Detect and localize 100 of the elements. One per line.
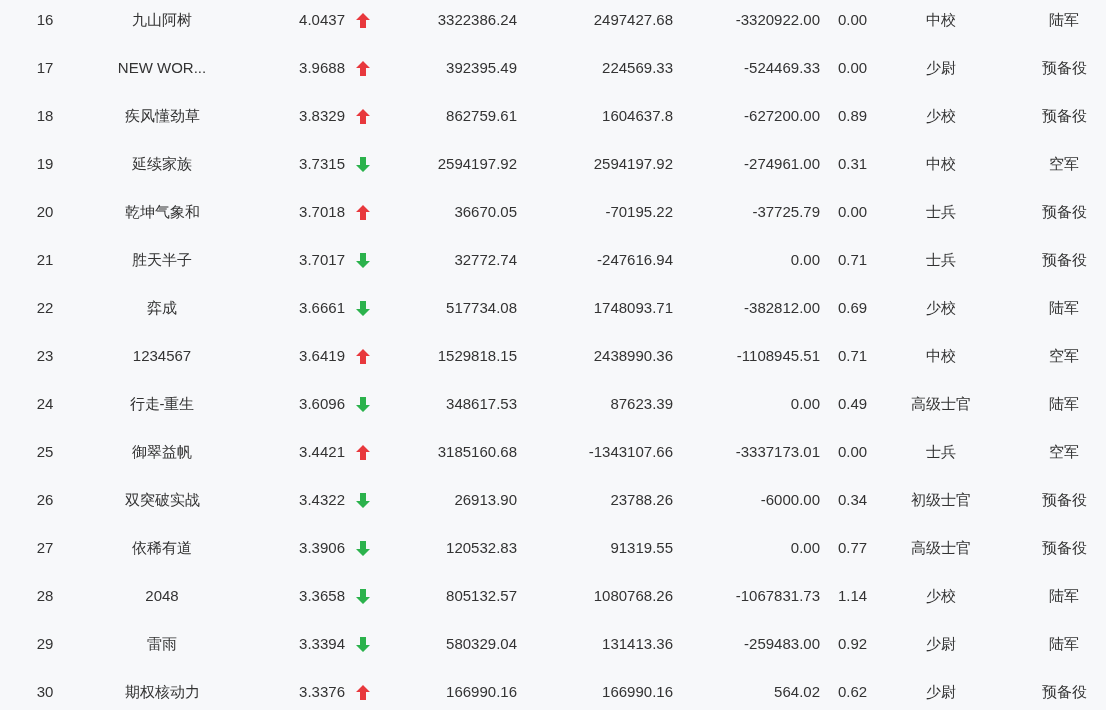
rank-number: 27: [36, 537, 54, 558]
table-cell-text: 131413.36: [602, 633, 673, 654]
table-cell-text: 2594197.92: [437, 153, 517, 174]
rank-number: 29: [36, 633, 54, 654]
table-cell-text: 0.69: [838, 297, 868, 318]
table-cell-text: 2594197.92: [593, 153, 673, 174]
table-cell-text: 87623.39: [610, 393, 673, 414]
table-cell-text: 1529818.15: [437, 345, 517, 366]
military-rank: 少校: [926, 585, 956, 606]
branch-name: 预备役: [1041, 201, 1087, 222]
branch-name: 预备役: [1041, 489, 1087, 510]
table-cell-text: -524469.33: [744, 57, 820, 78]
score-value: 3.6096: [299, 393, 345, 414]
score-value: 3.4421: [299, 441, 345, 462]
table-cell-text: 3185160.68: [437, 441, 517, 462]
table-cell-text: 224569.33: [602, 57, 673, 78]
branch-name: 预备役: [1041, 537, 1087, 558]
table-cell-text: 36670.05: [454, 201, 517, 222]
branch-name: 空军: [1049, 441, 1079, 462]
branch-name: 陆军: [1049, 297, 1079, 318]
rank-number: 24: [36, 393, 54, 414]
military-rank: 少校: [926, 297, 956, 318]
table-cell-text: 26913.90: [454, 489, 517, 510]
table-cell-text: 1080768.26: [593, 585, 673, 606]
military-rank: 士兵: [926, 249, 956, 270]
player-name: 御翠益帆: [132, 441, 192, 462]
rank-number: 25: [36, 441, 54, 462]
table-cell-text: -70195.22: [605, 201, 673, 222]
table-cell-text: -1343107.66: [588, 441, 673, 462]
table-cell-text: -1108945.51: [736, 345, 820, 366]
military-rank: 少校: [926, 105, 956, 126]
score-value: 3.6661: [299, 297, 345, 318]
table-cell-text: -3337173.01: [735, 441, 820, 462]
rank-number: 23: [36, 345, 54, 366]
branch-name: 空军: [1049, 153, 1079, 174]
player-name: 行走-重生: [129, 393, 195, 414]
score-value: 3.9688: [299, 57, 345, 78]
score-value: 3.3376: [299, 681, 345, 702]
branch-name: 空军: [1049, 345, 1079, 366]
table-cell-text: 1748093.71: [593, 297, 673, 318]
table-cell-text: 0.00: [790, 393, 820, 414]
table-cell-text: 1604637.8: [602, 105, 673, 126]
table-cell-text: -382812.00: [744, 297, 820, 318]
player-name: 1234567: [132, 345, 192, 366]
military-rank: 初级士官: [911, 489, 971, 510]
score-value: 3.3658: [299, 585, 345, 606]
rank-number: 26: [36, 489, 54, 510]
player-name: 九山阿树: [132, 9, 192, 30]
table-cell-text: -3320922.00: [735, 9, 820, 30]
player-name: 乾坤气象和: [124, 201, 200, 222]
table-cell-text: 0.62: [838, 681, 868, 702]
player-name: 依稀有道: [132, 537, 192, 558]
player-name: 2048: [145, 585, 179, 606]
table-cell-text: 580329.04: [446, 633, 517, 654]
rank-number: 30: [36, 681, 54, 702]
table-cell-text: -627200.00: [744, 105, 820, 126]
military-rank: 高级士官: [911, 393, 971, 414]
branch-name: 陆军: [1049, 9, 1079, 30]
table-cell-text: 0.89: [838, 105, 868, 126]
table-cell-text: 0.71: [838, 249, 868, 270]
table-cell-text: 2438990.36: [593, 345, 673, 366]
table-cell-text: 0.49: [838, 393, 868, 414]
score-value: 3.3394: [299, 633, 345, 654]
military-rank: 中校: [926, 153, 956, 174]
military-rank: 少尉: [926, 681, 956, 702]
table-cell-text: 166990.16: [602, 681, 673, 702]
rank-number: 21: [36, 249, 54, 270]
table-cell-text: -37725.79: [752, 201, 820, 222]
table-cell-text: 0.34: [838, 489, 868, 510]
score-value: 4.0437: [299, 9, 345, 30]
table-cell-text: 0.77: [838, 537, 868, 558]
table-cell-text: 348617.53: [446, 393, 517, 414]
table-cell-text: 3322386.24: [437, 9, 517, 30]
player-name: 雷雨: [147, 633, 177, 654]
table-cell-text: 517734.08: [446, 297, 517, 318]
rank-number: 18: [36, 105, 54, 126]
table-cell-text: 0.00: [838, 9, 868, 30]
rank-number: 20: [36, 201, 54, 222]
military-rank: 士兵: [926, 201, 956, 222]
table-cell-text: 0.00: [838, 441, 868, 462]
table-cell-text: 0.00: [790, 249, 820, 270]
branch-name: 预备役: [1041, 681, 1087, 702]
branch-name: 预备役: [1041, 105, 1087, 126]
table-cell-text: -6000.00: [760, 489, 820, 510]
military-rank: 中校: [926, 9, 956, 30]
player-name: 疾风懂劲草: [124, 105, 200, 126]
table-cell-text: 32772.74: [454, 249, 517, 270]
table-cell-text: 91319.55: [610, 537, 673, 558]
branch-name: 预备役: [1041, 249, 1087, 270]
table-cell-text: 0.92: [838, 633, 868, 654]
military-rank: 中校: [926, 345, 956, 366]
rank-number: 17: [36, 57, 54, 78]
player-name: 胜天半子: [132, 249, 192, 270]
score-value: 3.7017: [299, 249, 345, 270]
branch-name: 陆军: [1049, 585, 1079, 606]
military-rank: 高级士官: [911, 537, 971, 558]
score-value: 3.7315: [299, 153, 345, 174]
player-name: 双突破实战: [124, 489, 200, 510]
table-cell-text: 23788.26: [610, 489, 673, 510]
rank-number: 19: [36, 153, 54, 174]
